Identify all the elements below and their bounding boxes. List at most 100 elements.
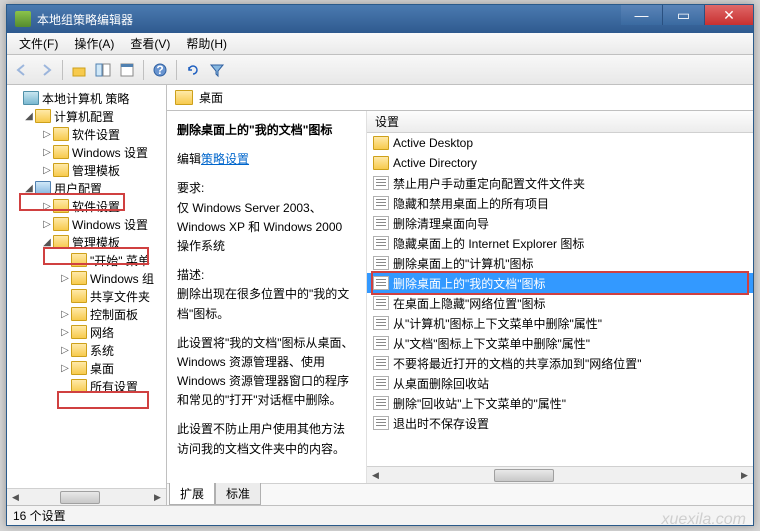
list-item[interactable]: 从"文档"图标上下文菜单中删除"属性" [367, 333, 753, 353]
list-item-label: 删除清理桌面向导 [393, 215, 489, 232]
list-scroll-left[interactable]: ◀ [367, 468, 384, 483]
tree-u-admin[interactable]: ◢管理模板 [7, 233, 166, 251]
settings-list: 设置 Active Desktop Active Directory 禁止用户手动重… [367, 111, 753, 483]
setting-icon [373, 416, 389, 430]
list-item-label: 退出时不保存设置 [393, 415, 489, 432]
status-text: 16 个设置 [13, 507, 66, 524]
setting-icon [373, 176, 389, 190]
list-item-label: 删除桌面上的"计算机"图标 [393, 255, 534, 272]
setting-icon [373, 356, 389, 370]
setting-icon [373, 316, 389, 330]
toolbar: ? [7, 55, 753, 85]
tree-start-menu[interactable]: "开始" 菜单 [7, 251, 166, 269]
view-tabs: 扩展 标准 [167, 483, 753, 505]
setting-icon [373, 276, 389, 290]
list-item[interactable]: Active Directory [367, 153, 753, 173]
list-item[interactable]: 删除桌面上的"我的文档"图标 [367, 273, 753, 293]
list-item-label: 在桌面上隐藏"网络位置"图标 [393, 295, 546, 312]
folder-icon [373, 136, 389, 150]
back-button[interactable] [11, 59, 33, 81]
forward-button[interactable] [35, 59, 57, 81]
tree-user-config[interactable]: ◢用户配置 [7, 179, 166, 197]
tree-root[interactable]: 本地计算机 策略 [7, 89, 166, 107]
titlebar[interactable]: 本地组策略编辑器 — ▭ ✕ [7, 5, 753, 33]
tree-shared-folders[interactable]: 共享文件夹 [7, 287, 166, 305]
tree-u-software[interactable]: ▷软件设置 [7, 197, 166, 215]
list-item[interactable]: 删除桌面上的"计算机"图标 [367, 253, 753, 273]
tree-scroll-right[interactable]: ▶ [149, 490, 166, 505]
list-item[interactable]: 删除清理桌面向导 [367, 213, 753, 233]
list-item[interactable]: 退出时不保存设置 [367, 413, 753, 433]
edit-policy-link[interactable]: 策略设置 [201, 152, 249, 166]
menu-view[interactable]: 查看(V) [122, 35, 178, 52]
tree-control-panel[interactable]: ▷控制面板 [7, 305, 166, 323]
menubar: 文件(F) 操作(A) 查看(V) 帮助(H) [7, 33, 753, 55]
menu-file[interactable]: 文件(F) [11, 35, 66, 52]
list-item[interactable]: 从"计算机"图标上下文菜单中删除"属性" [367, 313, 753, 333]
window-title: 本地组策略编辑器 [37, 11, 621, 28]
tree-c-windows[interactable]: ▷Windows 设置 [7, 143, 166, 161]
setting-icon [373, 236, 389, 250]
tree-system[interactable]: ▷系统 [7, 341, 166, 359]
tree-windows-components[interactable]: ▷Windows 组 [7, 269, 166, 287]
minimize-button[interactable]: — [621, 5, 663, 25]
setting-icon [373, 376, 389, 390]
setting-icon [373, 256, 389, 270]
list-item[interactable]: 禁止用户手动重定向配置文件文件夹 [367, 173, 753, 193]
list-item[interactable]: 删除"回收站"上下文菜单的"属性" [367, 393, 753, 413]
setting-icon [373, 296, 389, 310]
close-button[interactable]: ✕ [705, 5, 753, 25]
list-item-label: 删除"回收站"上下文菜单的"属性" [393, 395, 566, 412]
filter-button[interactable] [206, 59, 228, 81]
list-item-label: 从"文档"图标上下文菜单中删除"属性" [393, 335, 590, 352]
maximize-button[interactable]: ▭ [663, 5, 705, 25]
list-item[interactable]: 从桌面删除回收站 [367, 373, 753, 393]
tree-computer-config[interactable]: ◢计算机配置 [7, 107, 166, 125]
breadcrumb: 桌面 [167, 85, 753, 111]
list-item[interactable]: 在桌面上隐藏"网络位置"图标 [367, 293, 753, 313]
breadcrumb-label: 桌面 [199, 89, 223, 106]
tree-scroll-left[interactable]: ◀ [7, 490, 24, 505]
description-pane: 删除桌面上的"我的文档"图标 编辑策略设置 要求:仅 Windows Serve… [167, 111, 367, 483]
folder-icon [373, 156, 389, 170]
list-scroll-thumb[interactable] [494, 469, 554, 482]
tab-standard[interactable]: 标准 [215, 483, 261, 505]
tree-network[interactable]: ▷网络 [7, 323, 166, 341]
app-window: 本地组策略编辑器 — ▭ ✕ 文件(F) 操作(A) 查看(V) 帮助(H) ?… [6, 4, 754, 526]
list-item-label: 从桌面删除回收站 [393, 375, 489, 392]
menu-help[interactable]: 帮助(H) [178, 35, 235, 52]
list-item[interactable]: Active Desktop [367, 133, 753, 153]
help-button[interactable]: ? [149, 59, 171, 81]
list-item[interactable]: 隐藏和禁用桌面上的所有项目 [367, 193, 753, 213]
setting-icon [373, 216, 389, 230]
setting-heading: 删除桌面上的"我的文档"图标 [177, 121, 356, 140]
list-item[interactable]: 隐藏桌面上的 Internet Explorer 图标 [367, 233, 753, 253]
folder-icon [175, 90, 193, 105]
refresh-button[interactable] [182, 59, 204, 81]
list-item-label: 从"计算机"图标上下文菜单中删除"属性" [393, 315, 602, 332]
tree-pane: 本地计算机 策略 ◢计算机配置 ▷软件设置 ▷Windows 设置 ▷管理模板 … [7, 85, 167, 505]
up-button[interactable] [68, 59, 90, 81]
list-scroll-right[interactable]: ▶ [736, 468, 753, 483]
tree-u-windows[interactable]: ▷Windows 设置 [7, 215, 166, 233]
show-hide-tree-button[interactable] [92, 59, 114, 81]
tree-scroll-thumb[interactable] [60, 491, 100, 504]
app-icon [15, 11, 31, 27]
list-item-label: Active Directory [393, 156, 477, 170]
list-item-label: 不要将最近打开的文档的共享添加到"网络位置" [393, 355, 642, 372]
setting-icon [373, 196, 389, 210]
tree-c-admin[interactable]: ▷管理模板 [7, 161, 166, 179]
list-item-label: Active Desktop [393, 136, 473, 150]
list-header[interactable]: 设置 [367, 111, 753, 133]
list-item-label: 隐藏桌面上的 Internet Explorer 图标 [393, 235, 584, 252]
properties-button[interactable] [116, 59, 138, 81]
tree-desktop[interactable]: ▷桌面 [7, 359, 166, 377]
tree-c-software[interactable]: ▷软件设置 [7, 125, 166, 143]
list-item-label: 禁止用户手动重定向配置文件文件夹 [393, 175, 585, 192]
tree-all-settings[interactable]: 所有设置 [7, 377, 166, 395]
svg-text:?: ? [156, 63, 163, 77]
list-item[interactable]: 不要将最近打开的文档的共享添加到"网络位置" [367, 353, 753, 373]
tab-extended[interactable]: 扩展 [169, 483, 215, 505]
setting-icon [373, 396, 389, 410]
menu-action[interactable]: 操作(A) [66, 35, 122, 52]
